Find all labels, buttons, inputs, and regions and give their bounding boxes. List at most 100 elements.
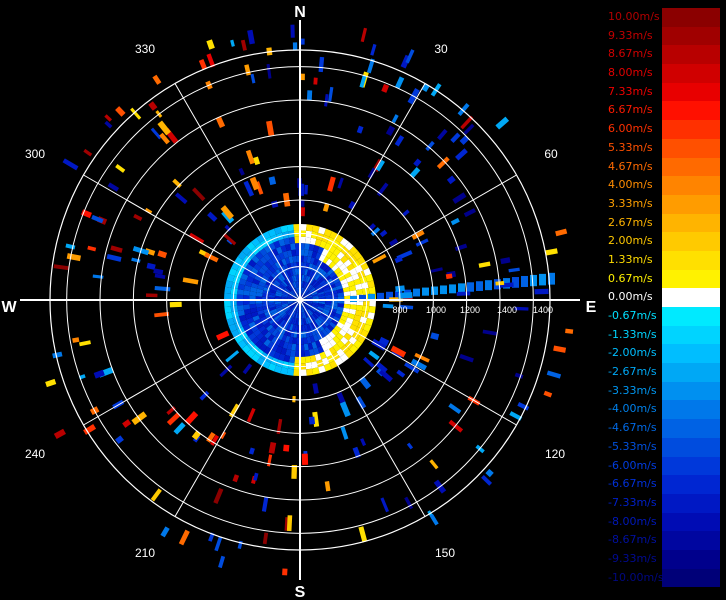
scale-row: 6.67m/s xyxy=(606,101,720,121)
echo-cell xyxy=(409,167,421,179)
echo-cell xyxy=(238,167,245,176)
echo-cell xyxy=(368,350,380,361)
scale-swatch xyxy=(662,176,720,195)
echo-cell xyxy=(385,125,396,137)
echo-cell xyxy=(292,396,296,403)
scale-row: -0.67m/s xyxy=(606,307,720,326)
echo-cell xyxy=(485,468,494,478)
echo-cell xyxy=(130,107,142,120)
scale-label: 2.00m/s xyxy=(608,234,653,248)
scale-swatch xyxy=(662,26,720,46)
polar-grid xyxy=(20,20,580,580)
echo-cell xyxy=(356,125,364,134)
scale-row: -10.00m/s xyxy=(606,568,720,588)
scale-label: 5.33m/s xyxy=(608,140,653,154)
scale-row: -5.33m/s xyxy=(606,437,720,457)
echo-cell xyxy=(328,86,334,102)
echo-cell xyxy=(565,328,574,334)
range-label-800: 800 xyxy=(392,305,407,315)
scale-swatch xyxy=(662,400,720,420)
scale-label: 7.33m/s xyxy=(608,84,653,98)
scale-swatch xyxy=(662,437,720,457)
echo-cell xyxy=(454,243,468,252)
echo-cell xyxy=(166,406,176,415)
scale-row: 2.00m/s xyxy=(606,232,720,251)
scale-row: 2.67m/s xyxy=(606,213,720,233)
echo-cell xyxy=(182,277,199,285)
scale-row: 4.00m/s xyxy=(606,176,720,195)
echo-cell xyxy=(62,158,79,171)
echo-cell xyxy=(359,376,372,390)
scale-swatch xyxy=(662,549,720,569)
echo-cell xyxy=(250,73,256,84)
echo-cell xyxy=(224,306,232,314)
echo-cell xyxy=(482,329,498,336)
scale-swatch xyxy=(662,344,720,364)
echo-cell xyxy=(131,257,141,263)
echo-cell xyxy=(440,285,447,295)
echo-cell xyxy=(122,419,132,428)
echo-cell xyxy=(530,274,537,287)
range-label-1400: 1400 xyxy=(497,305,517,315)
echo-cell xyxy=(452,192,467,204)
echo-cell xyxy=(553,345,567,353)
scale-label: -5.33m/s xyxy=(608,439,657,453)
echo-cell xyxy=(192,187,206,202)
echo-cell xyxy=(380,497,390,513)
echo-cell xyxy=(153,268,164,275)
scale-row: 10.00m/s xyxy=(606,8,720,27)
scale-swatch xyxy=(662,363,720,382)
echo-cell xyxy=(478,261,491,268)
scale-label: 2.67m/s xyxy=(608,215,653,229)
echo-cell xyxy=(308,416,316,425)
compass-label-south: S xyxy=(295,584,306,600)
scale-swatch xyxy=(662,232,720,251)
scale-row: -2.67m/s xyxy=(606,363,720,382)
echo-cell xyxy=(110,245,123,253)
scale-row: 0.67m/s xyxy=(606,269,720,289)
scale-label: -10.00m/s xyxy=(608,570,664,584)
echo-cell xyxy=(266,120,275,136)
echo-cell xyxy=(283,444,290,452)
echo-cell xyxy=(368,286,376,294)
echo-cell xyxy=(306,224,314,232)
echo-cell xyxy=(306,90,313,101)
compass-label-east: E xyxy=(586,299,597,316)
echo-cell xyxy=(406,442,414,450)
scale-swatch xyxy=(662,120,720,139)
echo-cell xyxy=(104,120,113,129)
echo-cell xyxy=(230,39,235,47)
scale-row: -8.67m/s xyxy=(606,531,720,550)
echo-cell xyxy=(160,526,170,538)
echo-cell xyxy=(45,378,57,388)
scale-row: 8.67m/s xyxy=(606,45,720,65)
echo-cell xyxy=(154,273,166,279)
echo-cell xyxy=(145,293,158,298)
scale-row: -1.33m/s xyxy=(606,325,720,345)
radar-center-marker xyxy=(297,297,303,303)
scale-swatch xyxy=(662,512,720,532)
range-label-1000: 1000 xyxy=(426,305,446,315)
echo-cell xyxy=(463,208,477,218)
echo-cell xyxy=(83,424,97,435)
echo-cell xyxy=(396,369,406,378)
scale-swatch xyxy=(662,531,720,550)
echo-cell xyxy=(370,43,377,56)
scale-label: 10.00m/s xyxy=(608,10,660,23)
echo-cell xyxy=(213,487,224,504)
echo-cell xyxy=(154,286,171,292)
echo-cell xyxy=(232,474,240,483)
echo-cell xyxy=(261,496,269,512)
scale-swatch xyxy=(662,64,720,83)
echo-cell xyxy=(539,273,546,286)
echo-cell xyxy=(215,330,230,341)
scale-swatch xyxy=(662,307,720,326)
scale-label: 1.33m/s xyxy=(608,252,653,266)
echo-cell xyxy=(431,286,438,295)
echo-cell xyxy=(282,568,288,576)
echo-cell xyxy=(286,224,294,232)
echo-cell xyxy=(268,442,277,454)
echo-cell xyxy=(450,132,461,143)
echo-cell xyxy=(262,532,269,545)
echo-cell xyxy=(459,353,474,363)
